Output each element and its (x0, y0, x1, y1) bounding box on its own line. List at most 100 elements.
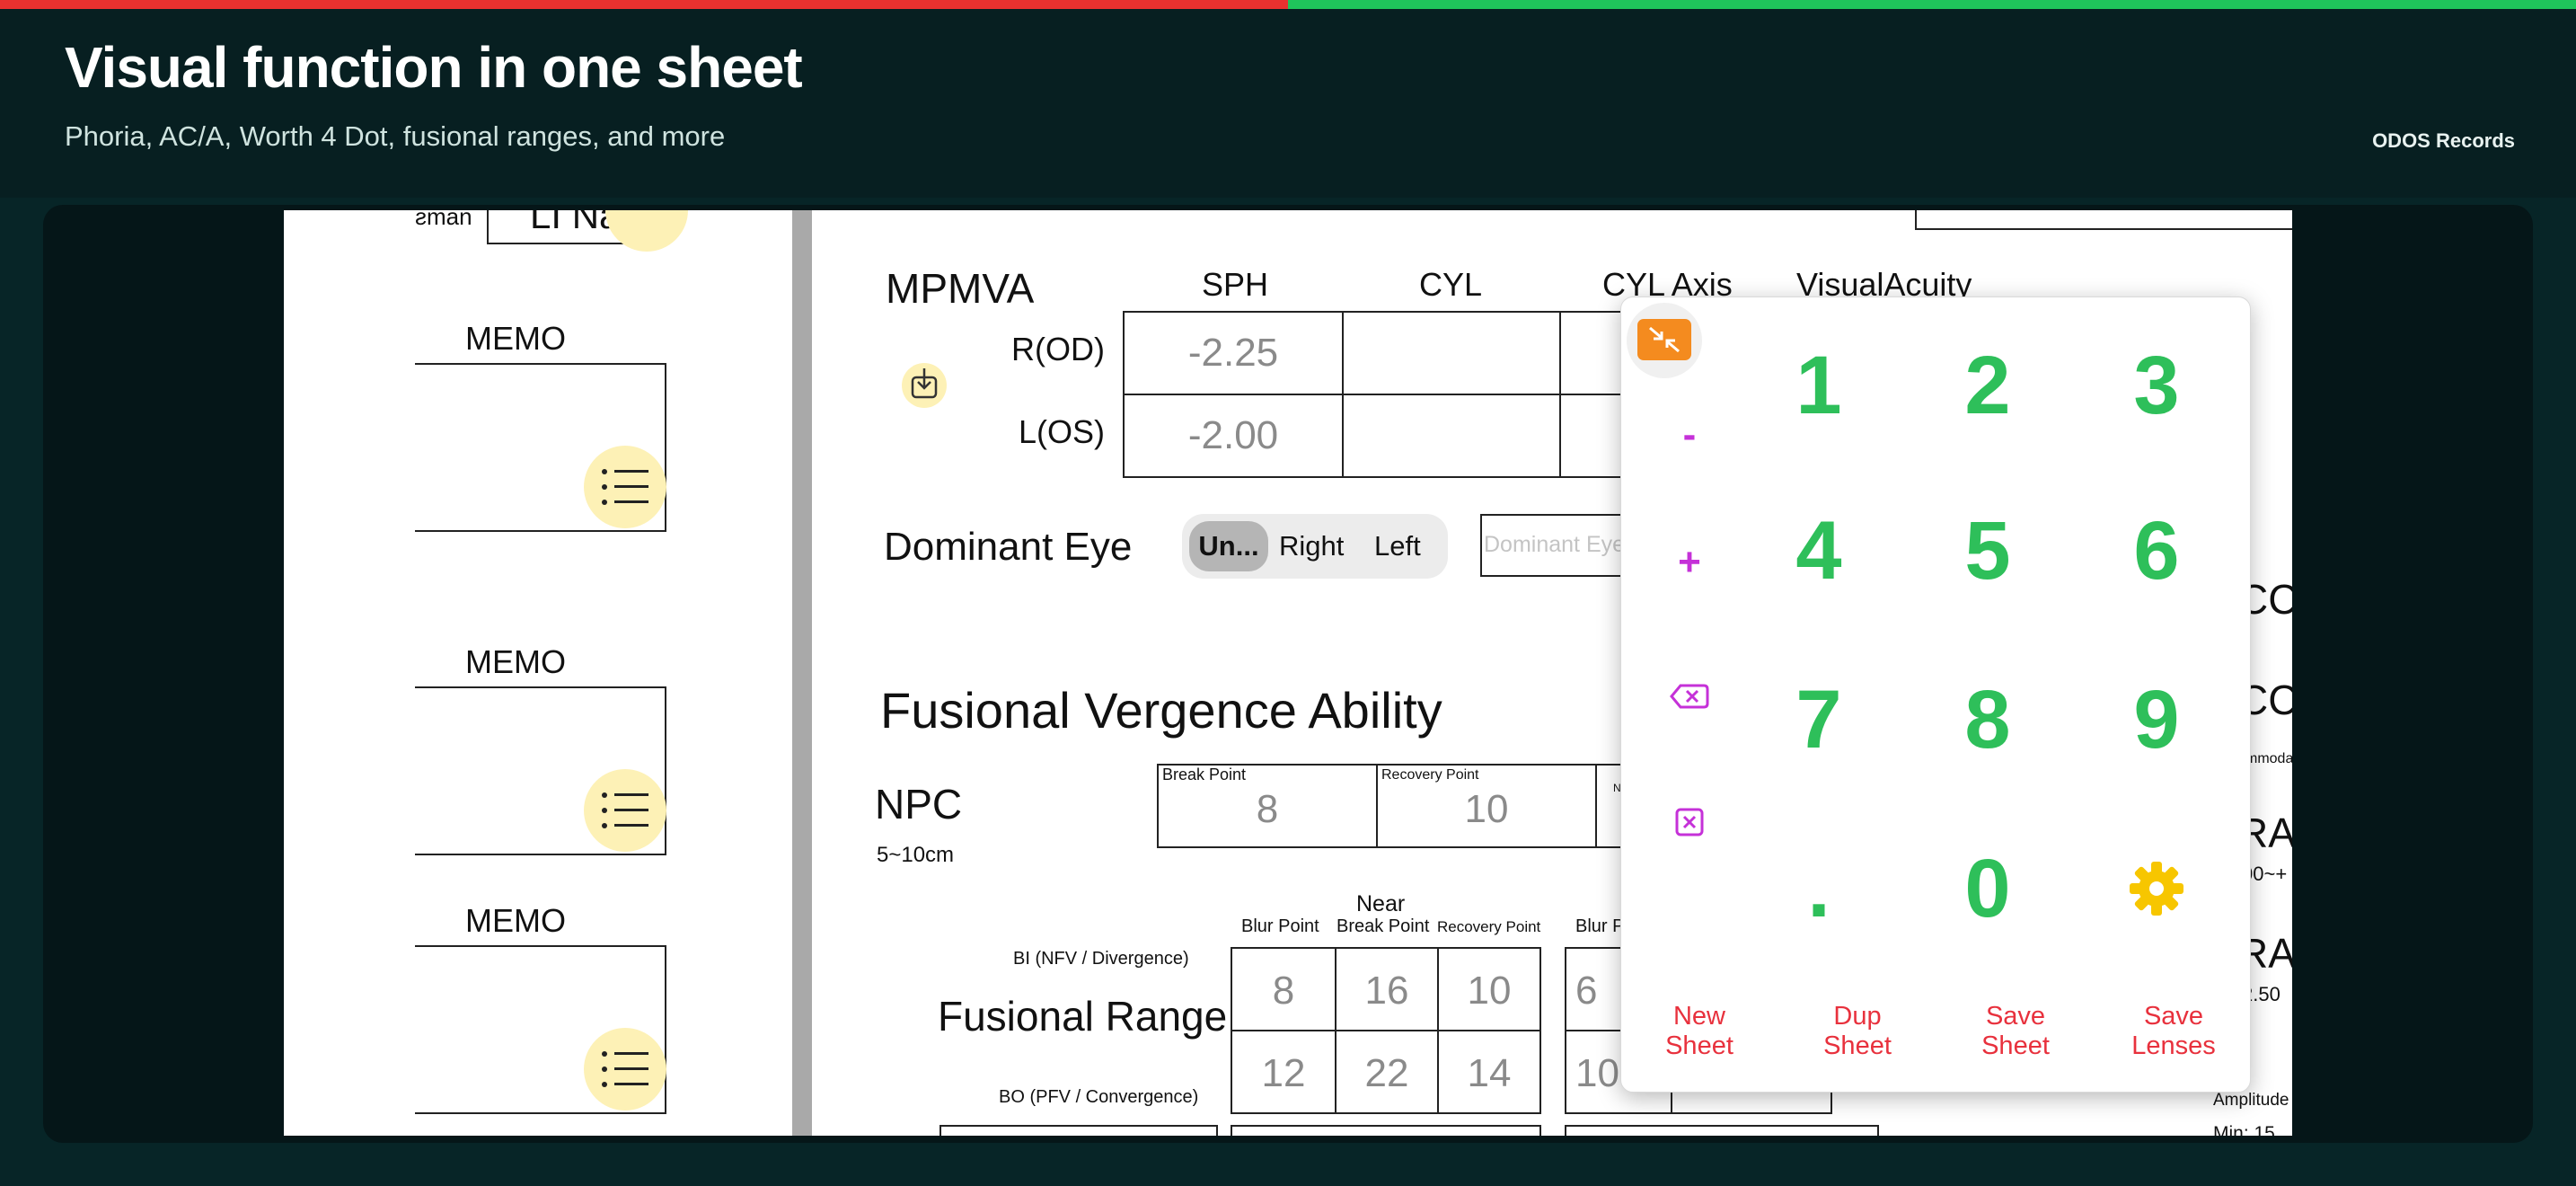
key-5[interactable]: 5 (1907, 470, 2069, 632)
save-lenses-button[interactable]: Save Lenses (2097, 1002, 2250, 1061)
mpmva-title: MPMVA (886, 265, 1035, 312)
mpmva-os-sph-cell[interactable]: -2.00 (1123, 394, 1344, 478)
key-9[interactable]: 9 (2076, 639, 2237, 801)
dup-sheet-button[interactable]: Dup Sheet (1781, 1002, 1934, 1061)
key-minus[interactable]: - (1654, 412, 1725, 457)
bo-label: BO (PFV / Convergence) (999, 1087, 1199, 1107)
sheet-page-divider (792, 210, 812, 1136)
bo-break-cell[interactable]: 22 (1335, 1030, 1439, 1114)
key-4[interactable]: 4 (1738, 470, 1900, 632)
list-icon (602, 792, 648, 828)
bottom-field[interactable] (1565, 1125, 1879, 1136)
npc-recovery-cell[interactable]: Recovery Point 10 (1376, 764, 1597, 848)
dup-sheet-line2: Sheet (1823, 1031, 1892, 1060)
accent-red-stripe (0, 0, 1288, 9)
key-6[interactable]: 6 (2076, 470, 2237, 632)
top-accent-bar (0, 0, 2576, 9)
bi-break-value: 16 (1364, 969, 1409, 1013)
key-3[interactable]: 3 (2076, 305, 2237, 466)
numeric-keypad: 1 2 3 4 5 6 7 8 9 . 0 - + New Sheet Dup … (1620, 296, 2251, 1093)
partial-text: Min: 15 (2213, 1123, 2275, 1136)
memo-list-button[interactable] (584, 769, 666, 852)
mpmva-row-label-od: R(OD) (1011, 331, 1105, 367)
memo-list-button[interactable] (584, 1028, 666, 1111)
dominant-eye-placeholder: Dominant Eye (1484, 532, 1626, 557)
save-lenses-line1: Save (2143, 1002, 2204, 1031)
save-sheet-button[interactable]: Save Sheet (1939, 1002, 2092, 1061)
clear-button[interactable] (1668, 804, 1711, 840)
save-sheet-line1: Save (1985, 1002, 2046, 1031)
new-sheet-line2: Sheet (1665, 1031, 1734, 1060)
bottom-field[interactable] (940, 1125, 1218, 1136)
mpmva-os-cyl-cell[interactable] (1342, 394, 1561, 478)
import-tray-icon (911, 368, 938, 399)
bo-blur-value: 12 (1261, 1051, 1306, 1095)
new-sheet-line1: New (1672, 1002, 1725, 1031)
bi-label: BI (NFV / Divergence) (1013, 949, 1189, 969)
bo-recovery-value: 14 (1467, 1051, 1512, 1095)
bo-blur-cell[interactable]: 12 (1231, 1030, 1337, 1114)
bi-recovery-value: 10 (1467, 969, 1512, 1013)
dominant-eye-segmented-control: Un... Right Left (1182, 514, 1448, 579)
dominant-eye-option-right[interactable]: Right (1279, 530, 1344, 562)
bi-blur-value: 8 (1272, 969, 1295, 1013)
mpmva-od-cyl-cell[interactable] (1342, 311, 1561, 395)
key-7[interactable]: 7 (1738, 639, 1900, 801)
import-button[interactable] (902, 363, 947, 408)
dominant-eye-option-unknown[interactable]: Un... (1195, 530, 1263, 562)
name-list-button[interactable] (605, 210, 688, 252)
partial-text: mmoda (2245, 751, 2292, 766)
partial-top-field[interactable] (1915, 210, 2292, 230)
page-title: Visual function in one sheet (65, 35, 803, 100)
gear-icon (2130, 862, 2183, 916)
bi-blur-cell[interactable]: 8 (1231, 947, 1337, 1031)
dominant-eye-label: Dominant Eye (884, 525, 1133, 569)
header-blur-point: Blur Point (1241, 916, 1319, 936)
new-sheet-button[interactable]: New Sheet (1623, 1002, 1776, 1061)
mpmva-os-sph-value: -2.00 (1187, 413, 1279, 457)
mpmva-od-sph-cell[interactable]: -2.25 (1123, 311, 1344, 395)
collapse-keypad-button[interactable] (1627, 303, 1702, 378)
dominant-eye-option-left[interactable]: Left (1374, 530, 1421, 562)
memo-label: MEMO (465, 320, 566, 357)
partial-text: Amplitude (2213, 1091, 2289, 1110)
bi-recovery-cell[interactable]: 10 (1437, 947, 1541, 1031)
backspace-icon (1670, 684, 1709, 709)
key-1[interactable]: 1 (1738, 305, 1900, 466)
memo-label: MEMO (465, 902, 566, 939)
accent-green-stripe (1288, 0, 2576, 9)
save-sheet-line2: Sheet (1981, 1031, 2050, 1060)
keypad-settings-button[interactable] (2121, 853, 2192, 925)
near-label: Near (1356, 891, 1406, 916)
key-plus[interactable]: + (1654, 540, 1725, 585)
memo-label: MEMO (465, 643, 566, 680)
key-8[interactable]: 8 (1907, 639, 2069, 801)
bo-recovery-cell[interactable]: 14 (1437, 1030, 1541, 1114)
key-0[interactable]: 0 (1907, 808, 2069, 969)
save-lenses-line2: Lenses (2131, 1031, 2216, 1060)
npc-break-cell[interactable]: Break Point 8 (1157, 764, 1378, 848)
bottom-field[interactable] (1231, 1125, 1541, 1136)
list-icon (602, 1051, 648, 1087)
mpmva-header-sph: SPH (1202, 266, 1269, 303)
bi-break-cell[interactable]: 16 (1335, 947, 1439, 1031)
header-blur-point-distance: Blur P (1575, 916, 1625, 936)
fusional-range-title: Fusional Range (938, 993, 1228, 1040)
page-header: Visual function in one sheet Phoria, AC/… (0, 9, 2576, 198)
backspace-button[interactable] (1664, 678, 1715, 714)
npc-break-value: 8 (1256, 787, 1279, 831)
dup-sheet-line1: Dup (1833, 1002, 1882, 1031)
memo-list-button[interactable] (584, 446, 666, 528)
key-2[interactable]: 2 (1907, 305, 2069, 466)
mpmva-row-label-os: L(OS) (1019, 413, 1106, 450)
bo-break-value: 22 (1364, 1051, 1409, 1095)
clear-x-icon (1675, 808, 1704, 836)
fusional-section-title: Fusional Vergence Ability (880, 682, 1442, 739)
key-decimal[interactable]: . (1738, 808, 1900, 969)
odos-records-link[interactable]: ODOS Records (2372, 129, 2515, 153)
npc-label: NPC (875, 781, 963, 828)
partial-field-label: ƨman (415, 210, 472, 230)
page-subtitle: Phoria, AC/A, Worth 4 Dot, fusional rang… (65, 120, 726, 152)
header-recovery-point: Recovery Point (1437, 918, 1541, 935)
list-icon (602, 469, 648, 505)
